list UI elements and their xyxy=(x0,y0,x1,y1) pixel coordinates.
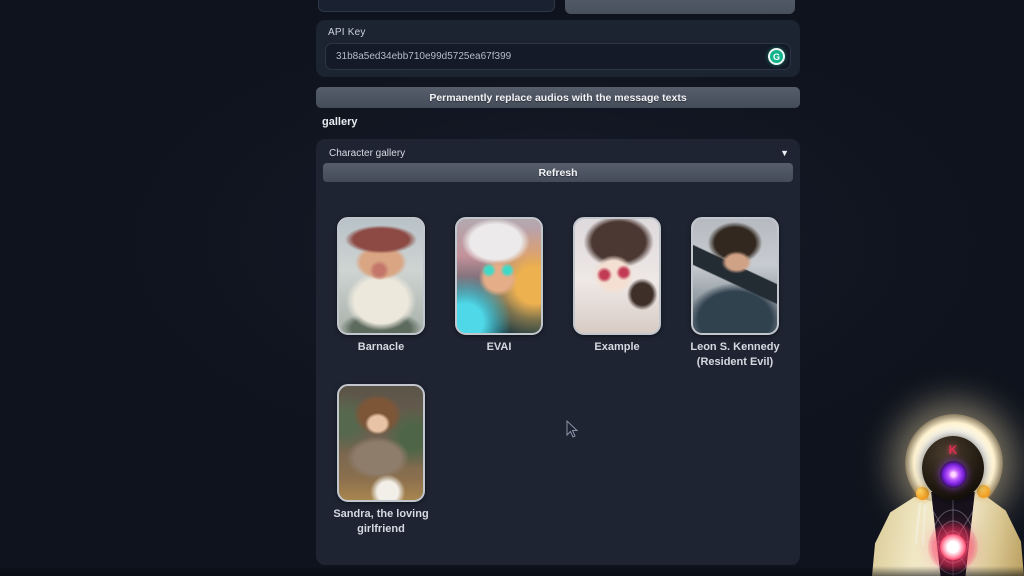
refresh-button[interactable]: Refresh xyxy=(323,163,793,182)
gallery-section-label: gallery xyxy=(322,116,358,128)
hood-pompom xyxy=(977,485,990,498)
api-key-input[interactable] xyxy=(325,43,791,70)
vtuber-avatar-overlay: K xyxy=(872,414,1024,576)
character-gallery-title: Character gallery xyxy=(329,147,406,159)
avatar-eye-glow xyxy=(940,461,967,488)
hoodie-drawstring xyxy=(914,502,922,544)
character-name: Sandra, the loving girlfriend xyxy=(333,508,429,535)
character-card-example[interactable]: Example xyxy=(558,217,676,370)
character-card-sandra[interactable]: Sandra, the loving girlfriend xyxy=(322,384,440,537)
avatar-chest xyxy=(931,492,975,576)
character-name: Example xyxy=(594,341,640,353)
avatar-yellow-hoodie xyxy=(872,495,1024,576)
truncated-button[interactable] xyxy=(565,0,795,14)
character-name: Barnacle xyxy=(357,341,405,353)
chest-orb xyxy=(940,534,966,560)
hoodie-drawstring xyxy=(921,503,927,547)
character-name: EVAI xyxy=(486,341,512,353)
character-thumbnail[interactable] xyxy=(573,217,661,335)
truncated-input[interactable] xyxy=(318,0,555,12)
api-key-panel: API Key G xyxy=(316,20,800,77)
avatar-robot-head: K xyxy=(922,436,984,500)
grammarly-icon[interactable]: G xyxy=(768,48,785,65)
character-thumbnail[interactable] xyxy=(455,217,543,335)
character-thumbnail[interactable] xyxy=(337,384,425,502)
character-card-evai[interactable]: EVAI xyxy=(440,217,558,370)
character-gallery-panel: Character gallery ▼ Refresh Barnacle EVA… xyxy=(316,139,800,565)
replace-audios-button[interactable]: Permanently replace audios with the mess… xyxy=(316,87,800,108)
api-key-label: API Key xyxy=(328,27,366,38)
avatar-head-letter: K xyxy=(948,443,958,457)
character-card-leon[interactable]: Leon S. Kennedy (Resident Evil) xyxy=(676,217,794,370)
hood-pompom xyxy=(916,487,929,500)
character-gallery-header[interactable]: Character gallery ▼ xyxy=(329,146,789,160)
character-thumbnail[interactable] xyxy=(691,217,779,335)
chevron-down-icon[interactable]: ▼ xyxy=(780,148,789,158)
spiderweb-pattern xyxy=(929,500,977,576)
character-name: Leon S. Kennedy (Resident Evil) xyxy=(690,341,780,368)
character-thumbnail[interactable] xyxy=(337,217,425,335)
character-card-barnacle[interactable]: Barnacle xyxy=(322,217,440,370)
character-cards-grid: Barnacle EVAI Example Leon S. Kennedy (R… xyxy=(322,217,798,537)
chest-orb-glow xyxy=(928,522,978,572)
avatar-halo-glow xyxy=(905,414,1003,512)
